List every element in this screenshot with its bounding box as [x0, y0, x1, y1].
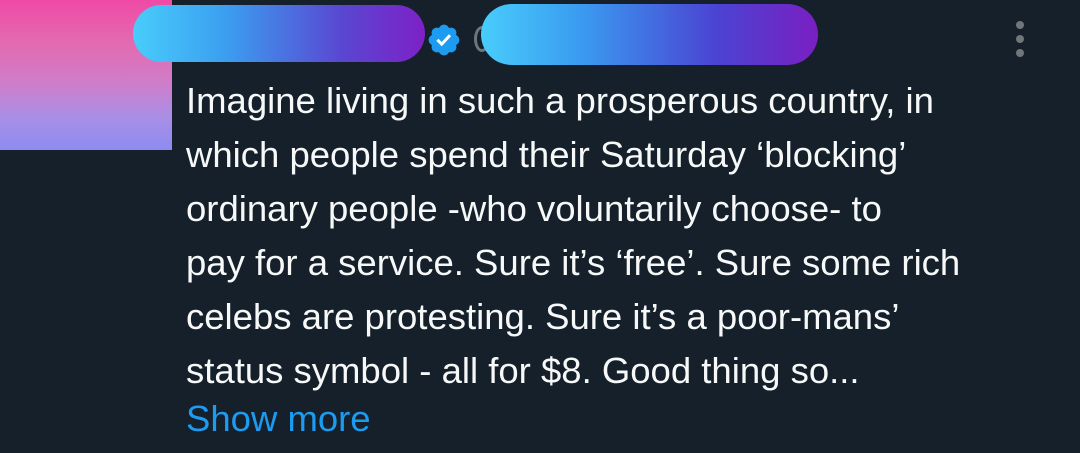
- more-vertical-icon-dot-3: [1016, 49, 1024, 57]
- author-name-redacted[interactable]: [133, 5, 425, 62]
- more-vertical-icon: [1016, 21, 1024, 29]
- tweet-text-line: ordinary people -who voluntarily choose-…: [186, 188, 882, 229]
- show-more-link[interactable]: Show more: [186, 392, 371, 446]
- tweet-text-line: celebs are protesting. Sure it’s a poor-…: [186, 296, 900, 337]
- tweet-text-line: which people spend their Saturday ‘block…: [186, 134, 907, 175]
- more-vertical-icon-dot-2: [1016, 35, 1024, 43]
- tweet-text-line: Imagine living in such a prosperous coun…: [186, 80, 934, 121]
- tweet[interactable]: Imagine living in such a prosperous coun…: [0, 0, 1080, 453]
- tweet-text-line: pay for a service. Sure it’s ‘free’. Sur…: [186, 242, 961, 283]
- author-handle-redacted[interactable]: [481, 4, 818, 65]
- more-options-button[interactable]: [1006, 16, 1034, 62]
- tweet-text: Imagine living in such a prosperous coun…: [186, 74, 1056, 398]
- verified-check-icon: [428, 24, 460, 56]
- tweet-text-line: status symbol - all for $8. Good thing s…: [186, 350, 860, 391]
